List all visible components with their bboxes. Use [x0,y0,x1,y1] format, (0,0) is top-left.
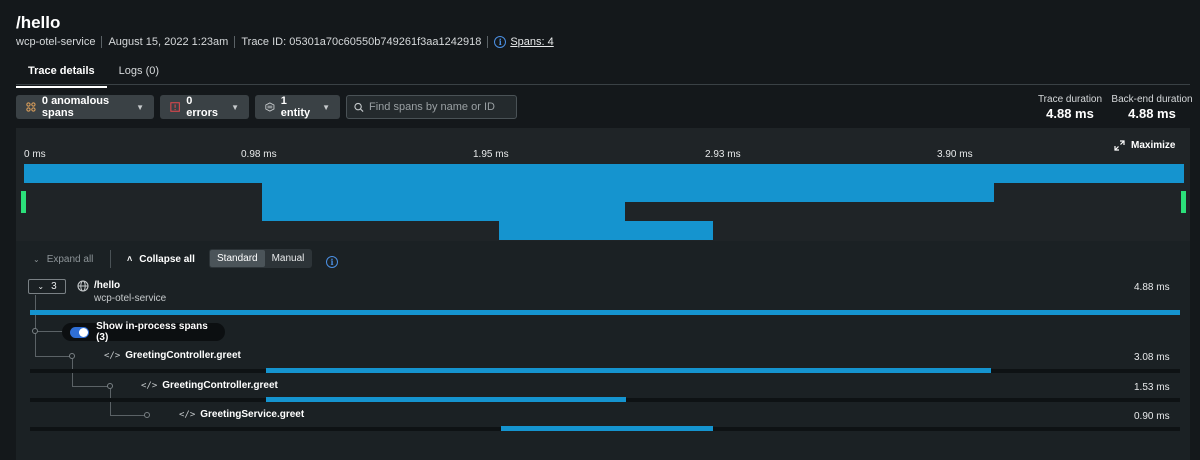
code-icon: </> [104,350,121,361]
tab-divider [16,84,1190,85]
overview-span-bar [261,202,626,221]
maximize-label: Maximize [1131,140,1176,151]
standard-option[interactable]: Standard [210,250,265,267]
span-duration: 4.88 ms [1134,282,1170,293]
backend-duration: Back-end duration 4.88 ms [1110,94,1194,121]
tree-connector [110,415,147,416]
chevron-down-icon: ▼ [322,102,330,112]
tree-node [107,383,113,389]
entity-label: 1 entity [280,95,311,119]
range-handle-left[interactable] [21,191,26,213]
collapse-all-label: Collapse all [139,253,195,265]
errors-label: 0 errors [186,95,218,119]
globe-icon [77,279,89,297]
tree-node [144,412,150,418]
view-mode-toggle: Standard Manual [209,249,313,268]
trace-meta: wcp-otel-service August 15, 2022 1:23am … [16,36,554,48]
spans-info[interactable]: i Spans: 4 [494,36,554,48]
backend-duration-label: Back-end duration [1111,94,1193,105]
span-bar[interactable] [265,368,992,373]
span-duration: 3.08 ms [1134,352,1170,363]
tree-connector [110,389,111,415]
spans-link[interactable]: Spans: 4 [510,36,553,48]
tree-connector [35,356,72,357]
code-icon: </> [141,380,158,391]
toggle-switch[interactable] [70,326,90,338]
tree-node [32,328,38,334]
chevron-down-icon: ▼ [231,102,239,112]
span-service: wcp-otel-service [94,293,167,304]
chevron-down-icon: ⌄ [33,254,40,264]
timeline-tick: 0.98 ms [241,149,277,160]
timeline-tick: 1.95 ms [473,149,509,160]
trace-duration: Trace duration 4.88 ms [1036,94,1104,121]
entity-dropdown[interactable]: 1 entity ▼ [255,95,340,119]
service-name[interactable]: wcp-otel-service [16,36,95,48]
span-duration: 0.90 ms [1134,411,1170,422]
anomaly-icon [26,102,36,112]
chevron-down-icon: ▼ [136,102,144,112]
span-bar[interactable] [501,426,714,431]
tree-connector [72,386,109,387]
search-input[interactable] [369,101,509,113]
span-name: GreetingController.greet [125,350,241,361]
code-icon: </> [179,409,196,420]
trace-duration-label: Trace duration [1037,94,1103,105]
span-name: GreetingService.greet [200,409,305,420]
span-search[interactable] [346,95,517,119]
overview-span-bar [24,164,1184,183]
timeline-tick: 3.90 ms [937,149,973,160]
tree-connector [35,295,36,357]
expand-all-label: Expand all [46,253,94,265]
trace-date: August 15, 2022 1:23am [108,36,229,48]
maximize-button[interactable]: Maximize [1114,140,1175,151]
span-row-label[interactable]: </> GreetingService.greet [179,409,304,420]
divider [101,36,103,48]
span-bar[interactable] [30,310,1180,315]
search-icon [354,102,364,112]
divider [110,250,111,268]
tree-node [69,353,75,359]
page-title: /hello [16,13,61,32]
view-mode-info[interactable]: i [326,252,338,270]
anomalous-spans-dropdown[interactable]: 0 anomalous spans ▼ [16,95,154,119]
timeline-tick: 0 ms [24,149,46,160]
manual-option[interactable]: Manual [265,250,312,267]
trace-duration-value: 4.88 ms [1046,106,1094,121]
anomalous-spans-label: 0 anomalous spans [41,95,110,119]
divider [487,36,489,48]
span-name[interactable]: /hello [94,280,120,291]
backend-duration-value: 4.88 ms [1128,106,1176,121]
timeline-tick: 2.93 ms [705,149,741,160]
overview-span-bar [499,221,714,240]
error-icon [170,102,180,112]
chevron-down-icon: ⌄ [37,282,45,291]
errors-dropdown[interactable]: 0 errors ▼ [160,95,249,119]
trace-id: Trace ID: 05301a70c60550b749261f3aa12429… [241,36,482,48]
span-bar[interactable] [265,397,627,402]
span-row-label[interactable]: </> GreetingController.greet [104,350,241,361]
inprocess-label: Show in-process spans (3) [96,321,208,343]
tree-connector [35,331,63,332]
inprocess-spans-toggle[interactable]: Show in-process spans (3) [62,321,225,343]
info-icon: i [326,256,338,268]
info-icon: i [494,36,507,48]
span-name: GreetingController.greet [162,380,278,391]
span-collapse-toggle[interactable]: ⌄ 3 [28,279,66,294]
range-handle-right[interactable] [1181,191,1186,213]
maximize-icon [1114,140,1125,151]
divider [234,36,236,48]
span-row-label[interactable]: </> GreetingController.greet [141,380,278,391]
expand-all-button[interactable]: ⌄ Expand all [33,249,93,269]
overview-span-bar [261,183,994,202]
span-duration: 1.53 ms [1134,382,1170,393]
child-count: 3 [51,281,57,292]
chevron-up-icon: ˄ [127,254,133,264]
collapse-all-button[interactable]: ˄ Collapse all [127,249,195,269]
entity-icon [265,102,275,112]
